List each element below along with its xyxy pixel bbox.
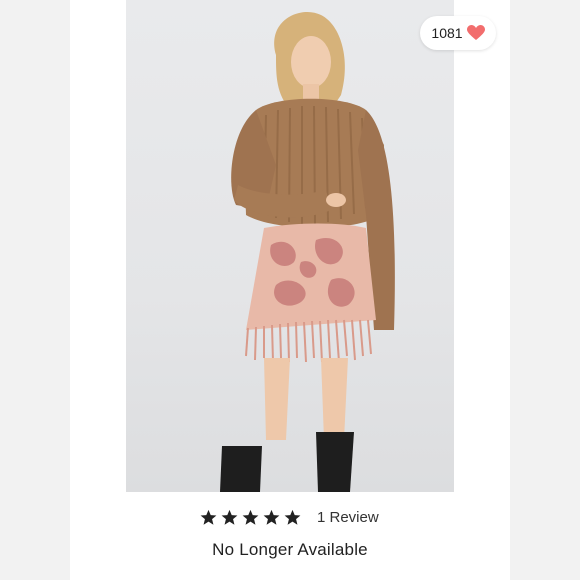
star-icon xyxy=(242,509,259,526)
review-count-link[interactable]: 1 Review xyxy=(317,509,379,526)
like-button[interactable]: 1081 xyxy=(420,16,496,50)
star-icon xyxy=(263,509,280,526)
star-icon xyxy=(284,509,301,526)
availability-status: No Longer Available xyxy=(212,540,368,559)
heart-icon xyxy=(466,25,485,41)
star-icon xyxy=(200,509,217,526)
star-icon xyxy=(221,509,238,526)
like-count: 1081 xyxy=(431,25,463,41)
product-photo[interactable] xyxy=(126,0,454,492)
product-illustration xyxy=(220,11,395,492)
rating-summary[interactable]: 1 Review xyxy=(200,506,379,528)
